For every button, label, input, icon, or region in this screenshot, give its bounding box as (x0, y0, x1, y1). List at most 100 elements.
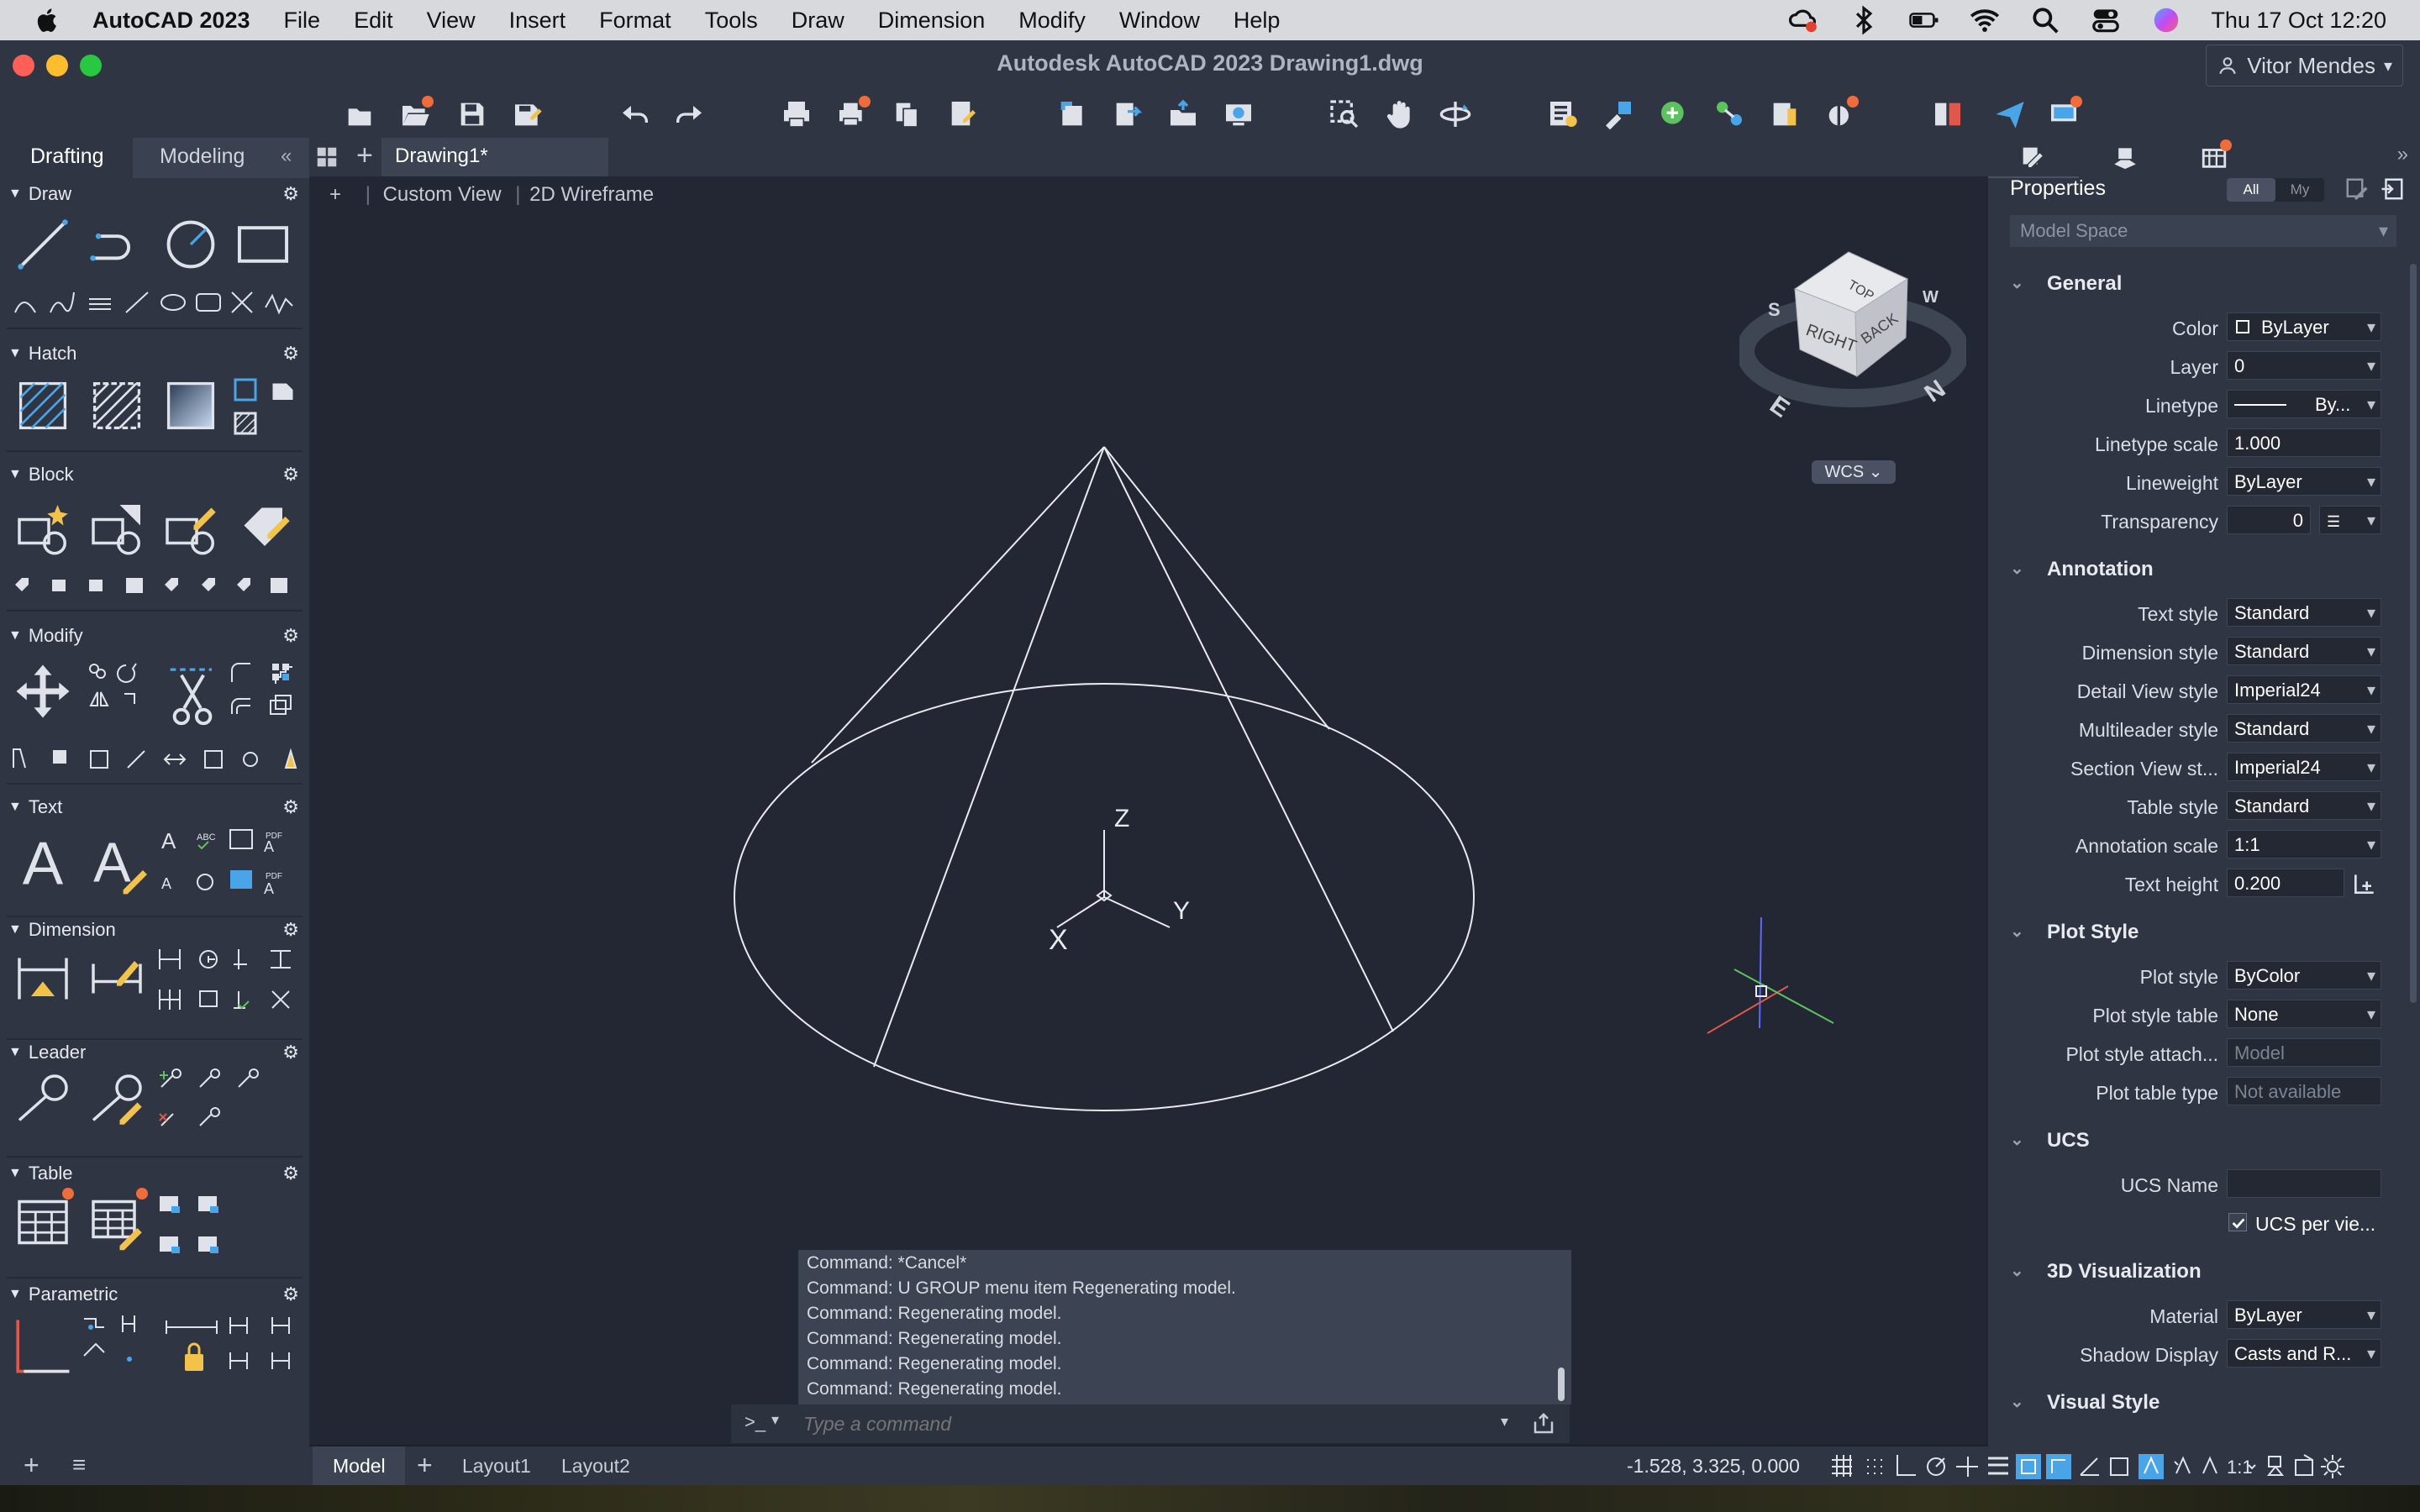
grid-icon[interactable] (1832, 1455, 1852, 1477)
external-references-icon[interactable] (1657, 97, 1691, 131)
gear-icon[interactable]: ⚙ (282, 625, 299, 647)
spotlight-search-icon[interactable] (2029, 4, 2061, 36)
block-secondary-tools[interactable] (10, 571, 301, 600)
selection-scope-dropdown[interactable]: Model Space ▾ (2010, 215, 2396, 247)
model-geometry[interactable]: Z Y X (309, 138, 1988, 1445)
object-snap-tracking-icon[interactable] (1956, 1457, 1978, 1477)
snap-mode-icon[interactable] (1867, 1459, 1882, 1474)
transparency-mode-dropdown[interactable]: ☰ (2319, 506, 2381, 534)
annotation-scale-readout[interactable]: 1:1 (2227, 1457, 2253, 1478)
user-account-button[interactable]: Vitor Mendes ▾ (2206, 45, 2403, 87)
transparency-slider[interactable]: 0 (2227, 506, 2311, 534)
tab-drafting[interactable]: Drafting (30, 144, 104, 169)
quick-select-icon[interactable] (2344, 176, 2370, 202)
object-snap-icon[interactable] (2016, 1454, 2041, 1479)
tab-modeling[interactable]: Modeling (160, 144, 245, 169)
match-properties-icon[interactable] (1602, 97, 1635, 131)
redo-icon[interactable] (672, 97, 706, 131)
trim-scissors-icon[interactable] (165, 659, 220, 736)
zoom-window-icon[interactable] (1328, 97, 1361, 131)
siri-icon[interactable] (2150, 4, 2182, 36)
move-tool-icon[interactable] (13, 662, 72, 721)
section-leader-header[interactable]: ▼ Leader ⚙ (0, 1038, 309, 1067)
multileader-style-dropdown[interactable]: Standard (2227, 714, 2381, 743)
annotation-visibility-icon[interactable] (2139, 1454, 2164, 1479)
palette-menu-icon[interactable]: ≡ (72, 1452, 86, 1478)
gear-icon[interactable]: ⚙ (282, 1284, 299, 1305)
import-icon[interactable] (1055, 97, 1089, 131)
block-attribute-icon[interactable] (235, 499, 294, 558)
lineweight-dropdown[interactable]: ByLayer (2227, 467, 2381, 496)
menu-file[interactable]: File (284, 8, 321, 34)
apple-logo-icon[interactable] (34, 6, 62, 34)
render-icon[interactable] (1823, 96, 1859, 131)
polar-tracking-icon[interactable] (1927, 1457, 1945, 1476)
region-tool-icon[interactable] (269, 375, 299, 405)
control-center-icon[interactable] (2090, 4, 2122, 36)
parametric-tools-group[interactable] (79, 1310, 304, 1391)
orbit-icon[interactable] (1439, 97, 1472, 131)
create-block-icon[interactable] (13, 499, 72, 558)
cone-generator-front-left[interactable] (873, 446, 1105, 1068)
insert-block-icon[interactable] (87, 499, 146, 558)
creative-cloud-icon[interactable] (1787, 4, 1819, 36)
collapse-palette-icon[interactable]: « (281, 144, 292, 168)
customization-gear-icon[interactable] (2321, 1455, 2344, 1478)
table-style-icon[interactable] (87, 1188, 148, 1252)
section-ucs-header[interactable]: ⌄ UCS (1988, 1121, 2420, 1159)
section-block-header[interactable]: ▼ Block ⚙ (0, 460, 309, 489)
layout-tab-layout2[interactable]: Layout2 (561, 1455, 630, 1478)
menu-help[interactable]: Help (1234, 8, 1281, 34)
command-history-scrollbar[interactable] (1558, 1368, 1565, 1401)
linetype-scale-field[interactable]: 1.000 (2227, 428, 2381, 457)
annotation-scale-icon[interactable] (2202, 1456, 2217, 1474)
gear-icon[interactable]: ⚙ (282, 919, 299, 941)
batch-plot-icon[interactable] (835, 96, 871, 131)
menu-window[interactable]: Window (1119, 8, 1200, 34)
menu-edit[interactable]: Edit (354, 8, 393, 34)
dynamic-input-icon[interactable] (2080, 1457, 2099, 1476)
workspace-switch-icon[interactable] (2266, 1456, 2285, 1476)
plot-style-dropdown[interactable]: ByColor (2227, 961, 2381, 990)
chevron-down-icon[interactable]: ▾ (771, 1411, 779, 1429)
single-line-text-icon[interactable]: A (86, 828, 150, 895)
command-prompt-icon[interactable]: >_ (744, 1411, 765, 1433)
lineweight-icon[interactable] (1988, 1457, 2008, 1475)
circle-tool-icon[interactable] (163, 217, 218, 272)
filter-all-button[interactable]: All (2227, 178, 2275, 202)
layer-dropdown[interactable]: 0 (2227, 351, 2381, 380)
dimension-tools-group[interactable] (155, 944, 304, 1032)
menu-app-name[interactable]: AutoCAD 2023 (92, 8, 250, 34)
section-annotation-header[interactable]: ⌄ Annotation (1988, 549, 2420, 588)
geometric-constraint-icon[interactable] (12, 1314, 72, 1378)
save-as-icon[interactable] (511, 97, 544, 131)
section-general-header[interactable]: ⌄ General (1988, 264, 2420, 302)
share-view-icon[interactable] (2047, 96, 2082, 131)
color-dropdown[interactable]: ByLayer (2227, 312, 2381, 341)
linetype-dropdown[interactable]: By... (2227, 390, 2381, 418)
multileader-icon[interactable] (13, 1070, 72, 1129)
text-height-field[interactable]: 0.200 (2227, 869, 2344, 897)
new-file-icon[interactable] (343, 97, 376, 131)
add-palette-icon[interactable]: + (24, 1450, 39, 1481)
undo-icon[interactable] (618, 97, 652, 131)
web-mobile-icon[interactable] (1222, 97, 1255, 131)
section-visual-style-header[interactable]: ⌄ Visual Style (1988, 1383, 2420, 1421)
save-icon[interactable] (455, 97, 489, 131)
section-parametric-header[interactable]: ▼ Parametric ⚙ (0, 1280, 309, 1309)
gear-icon[interactable]: ⚙ (282, 796, 299, 818)
menu-draw[interactable]: Draw (792, 8, 844, 34)
page-setup-icon[interactable] (946, 97, 980, 131)
auto-scale-icon[interactable] (2174, 1456, 2191, 1474)
menu-tools[interactable]: Tools (705, 8, 758, 34)
layers-tab-icon[interactable] (2111, 143, 2139, 171)
isolate-objects-icon[interactable] (2295, 1454, 2313, 1476)
export-icon[interactable] (1111, 97, 1144, 131)
filter-my-button[interactable]: My (2275, 178, 2324, 202)
viewcube[interactable]: TOP RIGHT BACK S E N W (1736, 235, 1970, 437)
gear-icon[interactable]: ⚙ (282, 1042, 299, 1063)
shadow-display-dropdown[interactable]: Casts and R... (2227, 1339, 2381, 1368)
leader-tools-group[interactable] (156, 1065, 269, 1142)
open-file-icon[interactable] (398, 96, 434, 131)
wipeout-tool-icon[interactable] (230, 408, 260, 438)
